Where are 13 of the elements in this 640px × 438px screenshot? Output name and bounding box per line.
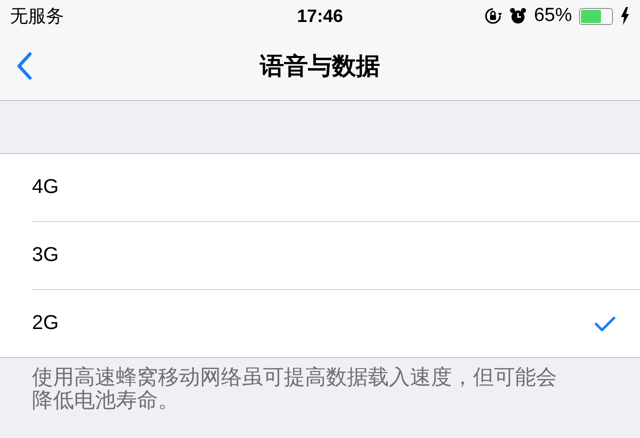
footer-note: 使用高速蜂窝移动网络虽可提高数据载入速度，但可能会降低电池寿命。 [32,366,558,412]
clock-time: 17:46 [296,6,344,26]
alarm-clock-icon [508,7,527,25]
network-option[interactable]: 4G [32,154,640,222]
network-option[interactable]: 2G [32,290,640,357]
carrier-label: 无服务 [10,5,64,28]
battery-icon [579,8,614,24]
battery-percentage: 65% [534,5,572,27]
network-option[interactable]: 3G [32,222,640,290]
back-chevron-icon [16,52,32,80]
rotation-lock-icon [484,7,502,25]
screen-title: 语音与数据 [260,51,380,82]
checkmark-icon [594,314,616,332]
